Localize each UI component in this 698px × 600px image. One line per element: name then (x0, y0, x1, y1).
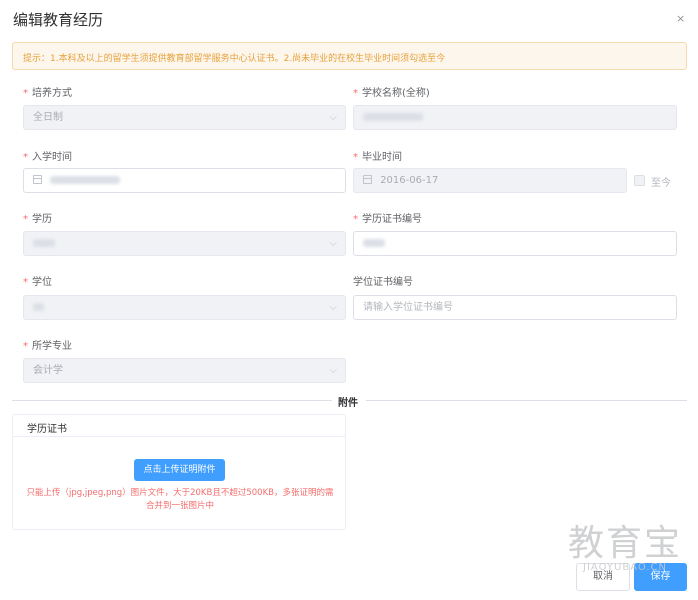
watermark-en: JIAOYUBAO.CN (583, 562, 667, 573)
major-value: 会计学 (33, 365, 63, 376)
attachments-divider-text: 附件 (338, 398, 358, 409)
school-name-input[interactable] (353, 105, 677, 130)
degree-label-text: 学位 (32, 277, 52, 288)
required-mark: * (353, 214, 358, 225)
required-mark: * (23, 214, 28, 225)
enroll-date-label: * 入学时间 (23, 148, 72, 163)
chevron-down-icon: ⌵ (329, 302, 337, 313)
required-mark: * (353, 88, 358, 99)
dialog-title: 编辑教育经历 (13, 11, 104, 29)
redacted-value (33, 239, 55, 247)
degree-cert-no-label-text: 学位证书编号 (353, 277, 413, 288)
attachment-card: 学历证书 点击上传证明附件 只能上传（jpg,jpeg,png）图片文件，大于2… (12, 414, 346, 530)
training-mode-select[interactable]: 全日制 ⌵ (23, 105, 346, 130)
major-label: * 所学专业 (23, 337, 72, 352)
education-label-text: 学历 (32, 214, 52, 225)
redacted-value (50, 176, 121, 184)
degree-cert-no-placeholder: 请输入学位证书编号 (363, 302, 453, 313)
edu-cert-no-input[interactable] (353, 231, 677, 256)
major-label-text: 所学专业 (32, 341, 72, 352)
training-mode-value: 全日制 (33, 112, 63, 123)
education-label: * 学历 (23, 210, 52, 225)
calendar-icon (363, 175, 372, 184)
training-mode-label: * 培养方式 (23, 84, 72, 99)
grad-date-value: 2016-06-17 (380, 175, 439, 186)
required-mark: * (23, 277, 28, 288)
chevron-down-icon: ⌵ (329, 112, 337, 123)
close-icon[interactable]: × (676, 12, 685, 25)
required-mark: * (353, 152, 358, 163)
watermark-cn: 教育宝 (567, 523, 682, 564)
education-select[interactable]: ⌵ (23, 231, 346, 256)
chevron-down-icon: ⌵ (329, 365, 337, 376)
upload-button[interactable]: 点击上传证明附件 (134, 459, 225, 481)
degree-cert-no-input[interactable]: 请输入学位证书编号 (353, 295, 677, 320)
attachment-card-title: 学历证书 (13, 415, 345, 437)
divider-right (366, 400, 687, 401)
upload-tip: 只能上传（jpg,jpeg,png）图片文件，大于20KB且不超过500KB，多… (26, 488, 334, 511)
degree-cert-no-label: 学位证书编号 (353, 273, 413, 288)
until-now-label[interactable]: 至今 (651, 174, 671, 189)
redacted-value (363, 113, 423, 121)
degree-select[interactable]: ⌵ (23, 295, 346, 320)
calendar-icon (33, 175, 42, 184)
grad-date-picker[interactable]: 2016-06-17 (353, 168, 627, 193)
required-mark: * (23, 152, 28, 163)
required-mark: * (23, 341, 28, 352)
divider-left (12, 400, 332, 401)
redacted-value (363, 239, 385, 247)
grad-date-label-text: 毕业时间 (362, 152, 402, 163)
grad-date-label: * 毕业时间 (353, 148, 402, 163)
degree-label: * 学位 (23, 273, 52, 288)
watermark-logo: 教育宝 JIAOYUBAO.CN (566, 523, 684, 574)
required-mark: * (23, 88, 28, 99)
major-select[interactable]: 会计学 ⌵ (23, 358, 346, 383)
chevron-down-icon: ⌵ (329, 238, 337, 249)
enroll-date-label-text: 入学时间 (32, 152, 72, 163)
tip-banner: 提示：1.本科及以上的留学生须提供教育部留学服务中心认证书。2.尚未毕业的在校生… (12, 42, 687, 70)
edu-cert-no-label: * 学历证书编号 (353, 210, 422, 225)
redacted-value (33, 303, 44, 311)
training-mode-label-text: 培养方式 (32, 88, 72, 99)
school-name-label: * 学校名称(全称) (353, 84, 430, 99)
until-now-checkbox[interactable] (634, 175, 645, 186)
enroll-date-picker[interactable] (23, 168, 346, 193)
school-name-label-text: 学校名称(全称) (362, 88, 430, 99)
edu-cert-no-label-text: 学历证书编号 (362, 214, 422, 225)
